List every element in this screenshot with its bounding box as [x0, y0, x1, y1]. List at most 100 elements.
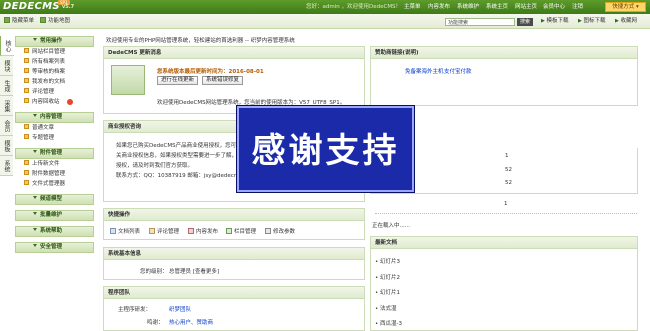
team-label: 鸣谢： [147, 320, 164, 326]
version-note: 欢迎使用DedeCMS网站管理系统，您当前的使用版本为：V57_UTF8_SP1… [157, 100, 346, 106]
team-value-link[interactable]: 热心用户、赞助商 [169, 318, 213, 326]
group-title: 频道模型 [40, 196, 63, 202]
nav-main-menu[interactable]: 主菜单 [404, 0, 421, 14]
quick-label: 内容发布 [196, 229, 219, 235]
quick-label: 栏目管理 [234, 229, 257, 235]
group-title: 系统帮助 [40, 228, 63, 234]
settings-icon [265, 228, 271, 234]
folder-icon [24, 134, 29, 139]
online-update-button[interactable]: 进行在线更新 [157, 76, 199, 85]
latest-docs-title: 最新文档 [371, 237, 637, 249]
item-label: 文件式管理器 [32, 181, 66, 187]
level-label: 您的级别： [140, 269, 168, 275]
quick-ops-title: 快捷操作 [104, 209, 364, 221]
sidebar-item-pending-docs[interactable]: 等审核的档案 [15, 67, 94, 77]
icon-download-link[interactable]: ▶ 图标下载 [578, 14, 605, 29]
sidebar-item-all-docs[interactable]: 所有档案列表 [15, 57, 94, 67]
tab-template[interactable]: 模板 [0, 136, 13, 156]
sidebar-item-column-manage[interactable]: 网站栏目管理 [15, 47, 94, 57]
publish-icon [188, 228, 194, 234]
quick-publish[interactable]: 内容发布 [188, 227, 218, 235]
hide-menu-label: 隐藏菜单 [12, 18, 35, 24]
item-label: 专题管理 [32, 135, 55, 141]
latest-doc-item[interactable]: • 幻灯片2 [375, 273, 400, 281]
hide-menu-button[interactable]: 隐藏菜单 [4, 14, 34, 29]
nav-member-center[interactable]: 会员中心 [543, 0, 565, 14]
tab-core[interactable]: 核心 [0, 36, 14, 56]
function-map-label: 功能地图 [48, 18, 71, 24]
recycle-icon [67, 99, 73, 105]
quick-label: 修改参数 [273, 229, 296, 235]
quick-label: 文档列表 [118, 229, 141, 235]
favorites-link[interactable]: ▶ 收藏网 [615, 14, 637, 29]
team-value-link[interactable]: 织梦团队 [169, 305, 191, 313]
quick-comments[interactable]: 评论管理 [149, 227, 179, 235]
sidebar-group-batch[interactable]: 批量维护 [15, 210, 94, 221]
item-label: 网站栏目管理 [32, 49, 66, 55]
fix-errors-button[interactable]: 系统错误修复 [202, 76, 244, 85]
function-map-button[interactable]: 功能地图 [40, 14, 70, 29]
latest-doc-item[interactable]: • 幻灯片3 [375, 257, 400, 265]
sidebar-item-upload[interactable]: 上传新文件 [15, 159, 94, 169]
nav-system-maintain[interactable]: 系统维护 [457, 0, 479, 14]
auth-contact: 联系方式：QQ：10387919 邮箱：jsy@dedecms.c... [116, 173, 253, 179]
favorites-label: 收藏网 [620, 18, 637, 24]
sidebar-group-security[interactable]: 安全管理 [15, 242, 94, 253]
tab-generate[interactable]: 生成 [0, 76, 13, 96]
quick-label: 评论管理 [157, 229, 180, 235]
nav-site-home[interactable]: 网站主页 [515, 0, 537, 14]
thanks-text: 感谢支持 [251, 131, 400, 171]
sidebar-group-help[interactable]: 系统帮助 [15, 226, 94, 237]
nav-logout[interactable]: 注销 [572, 0, 583, 14]
template-download-label: 模板下载 [546, 18, 569, 24]
document-icon [110, 228, 116, 234]
sidebar-item-recycle[interactable]: 内容回收站 [15, 97, 94, 107]
quick-doc-list[interactable]: 文档列表 [110, 227, 140, 235]
menu-icon [4, 17, 10, 23]
latest-doc-item[interactable]: • 西瓜湿-3 [375, 319, 402, 327]
sponsor-link-alipay[interactable]: 支付宝付款 [444, 67, 472, 75]
sidebar-group-channel[interactable]: 频道模型 [15, 194, 94, 205]
collapse-icon [33, 228, 37, 231]
tab-module[interactable]: 模块 [0, 56, 13, 76]
sidebar-item-comments[interactable]: 评论管理 [15, 87, 94, 97]
team-title: 程序团队 [104, 287, 364, 299]
nav-content-publish[interactable]: 内容发布 [428, 0, 450, 14]
sidebar-group-content[interactable]: 内容管理 [15, 112, 94, 123]
sidebar-item-attach-data[interactable]: 附件数据管理 [15, 169, 94, 179]
latest-doc-item[interactable]: • 幻灯片1 [375, 288, 400, 296]
level-value[interactable]: 总管理员 [查看更多] [169, 267, 219, 275]
tab-system[interactable]: 系统 [0, 156, 13, 176]
template-download-link[interactable]: ▶ 模板下载 [541, 14, 568, 29]
latest-doc-label: 西瓜湿-3 [380, 321, 402, 327]
search-button[interactable]: 搜索 [517, 18, 533, 26]
latest-doc-item[interactable]: • 法式湿 [375, 304, 397, 312]
sidebar-item-article[interactable]: 普通文章 [15, 123, 94, 133]
item-label: 我发布的文档 [32, 79, 66, 85]
map-icon [40, 17, 46, 23]
loading-text: 正在载入中...... [372, 223, 410, 229]
collapse-icon [33, 114, 37, 117]
nav-system-home[interactable]: 系统主页 [486, 0, 508, 14]
quick-columns[interactable]: 栏目管理 [226, 227, 256, 235]
quick-params[interactable]: 修改参数 [265, 227, 295, 235]
sidebar-item-topic[interactable]: 专题管理 [15, 133, 94, 143]
item-label: 等审核的档案 [32, 69, 66, 75]
user-greeting: 您好：admin ，欢迎使用DedeCMS！ [306, 4, 402, 10]
latest-doc-label: 法式湿 [380, 306, 397, 312]
folder-icon [24, 58, 29, 63]
collapse-icon [33, 38, 37, 41]
team-panel: 程序团队 主程序研发： 织梦团队 鸣谢： 热心用户、赞助商 [103, 286, 365, 331]
tab-collect[interactable]: 采集 [0, 96, 13, 116]
version-label: v5.7 [62, 4, 75, 10]
sidebar-item-my-docs[interactable]: 我发布的文档 [15, 77, 94, 87]
tab-member[interactable]: 会员 [0, 116, 13, 136]
quick-menu-button[interactable]: 快捷方式 ▾ [605, 2, 646, 12]
sponsor-panel: 赞助商链接(说明) 免备案海外主机 支付宝付款 [370, 46, 638, 106]
sponsor-link-hosting[interactable]: 免备案海外主机 [405, 67, 444, 75]
stat-value: 52 [505, 167, 512, 173]
sidebar-group-attachments[interactable]: 附件管理 [15, 148, 94, 159]
sidebar-group-common[interactable]: 常用操作 [15, 36, 94, 47]
search-input[interactable] [445, 18, 515, 26]
sidebar-item-file-manager[interactable]: 文件式管理器 [15, 179, 94, 189]
